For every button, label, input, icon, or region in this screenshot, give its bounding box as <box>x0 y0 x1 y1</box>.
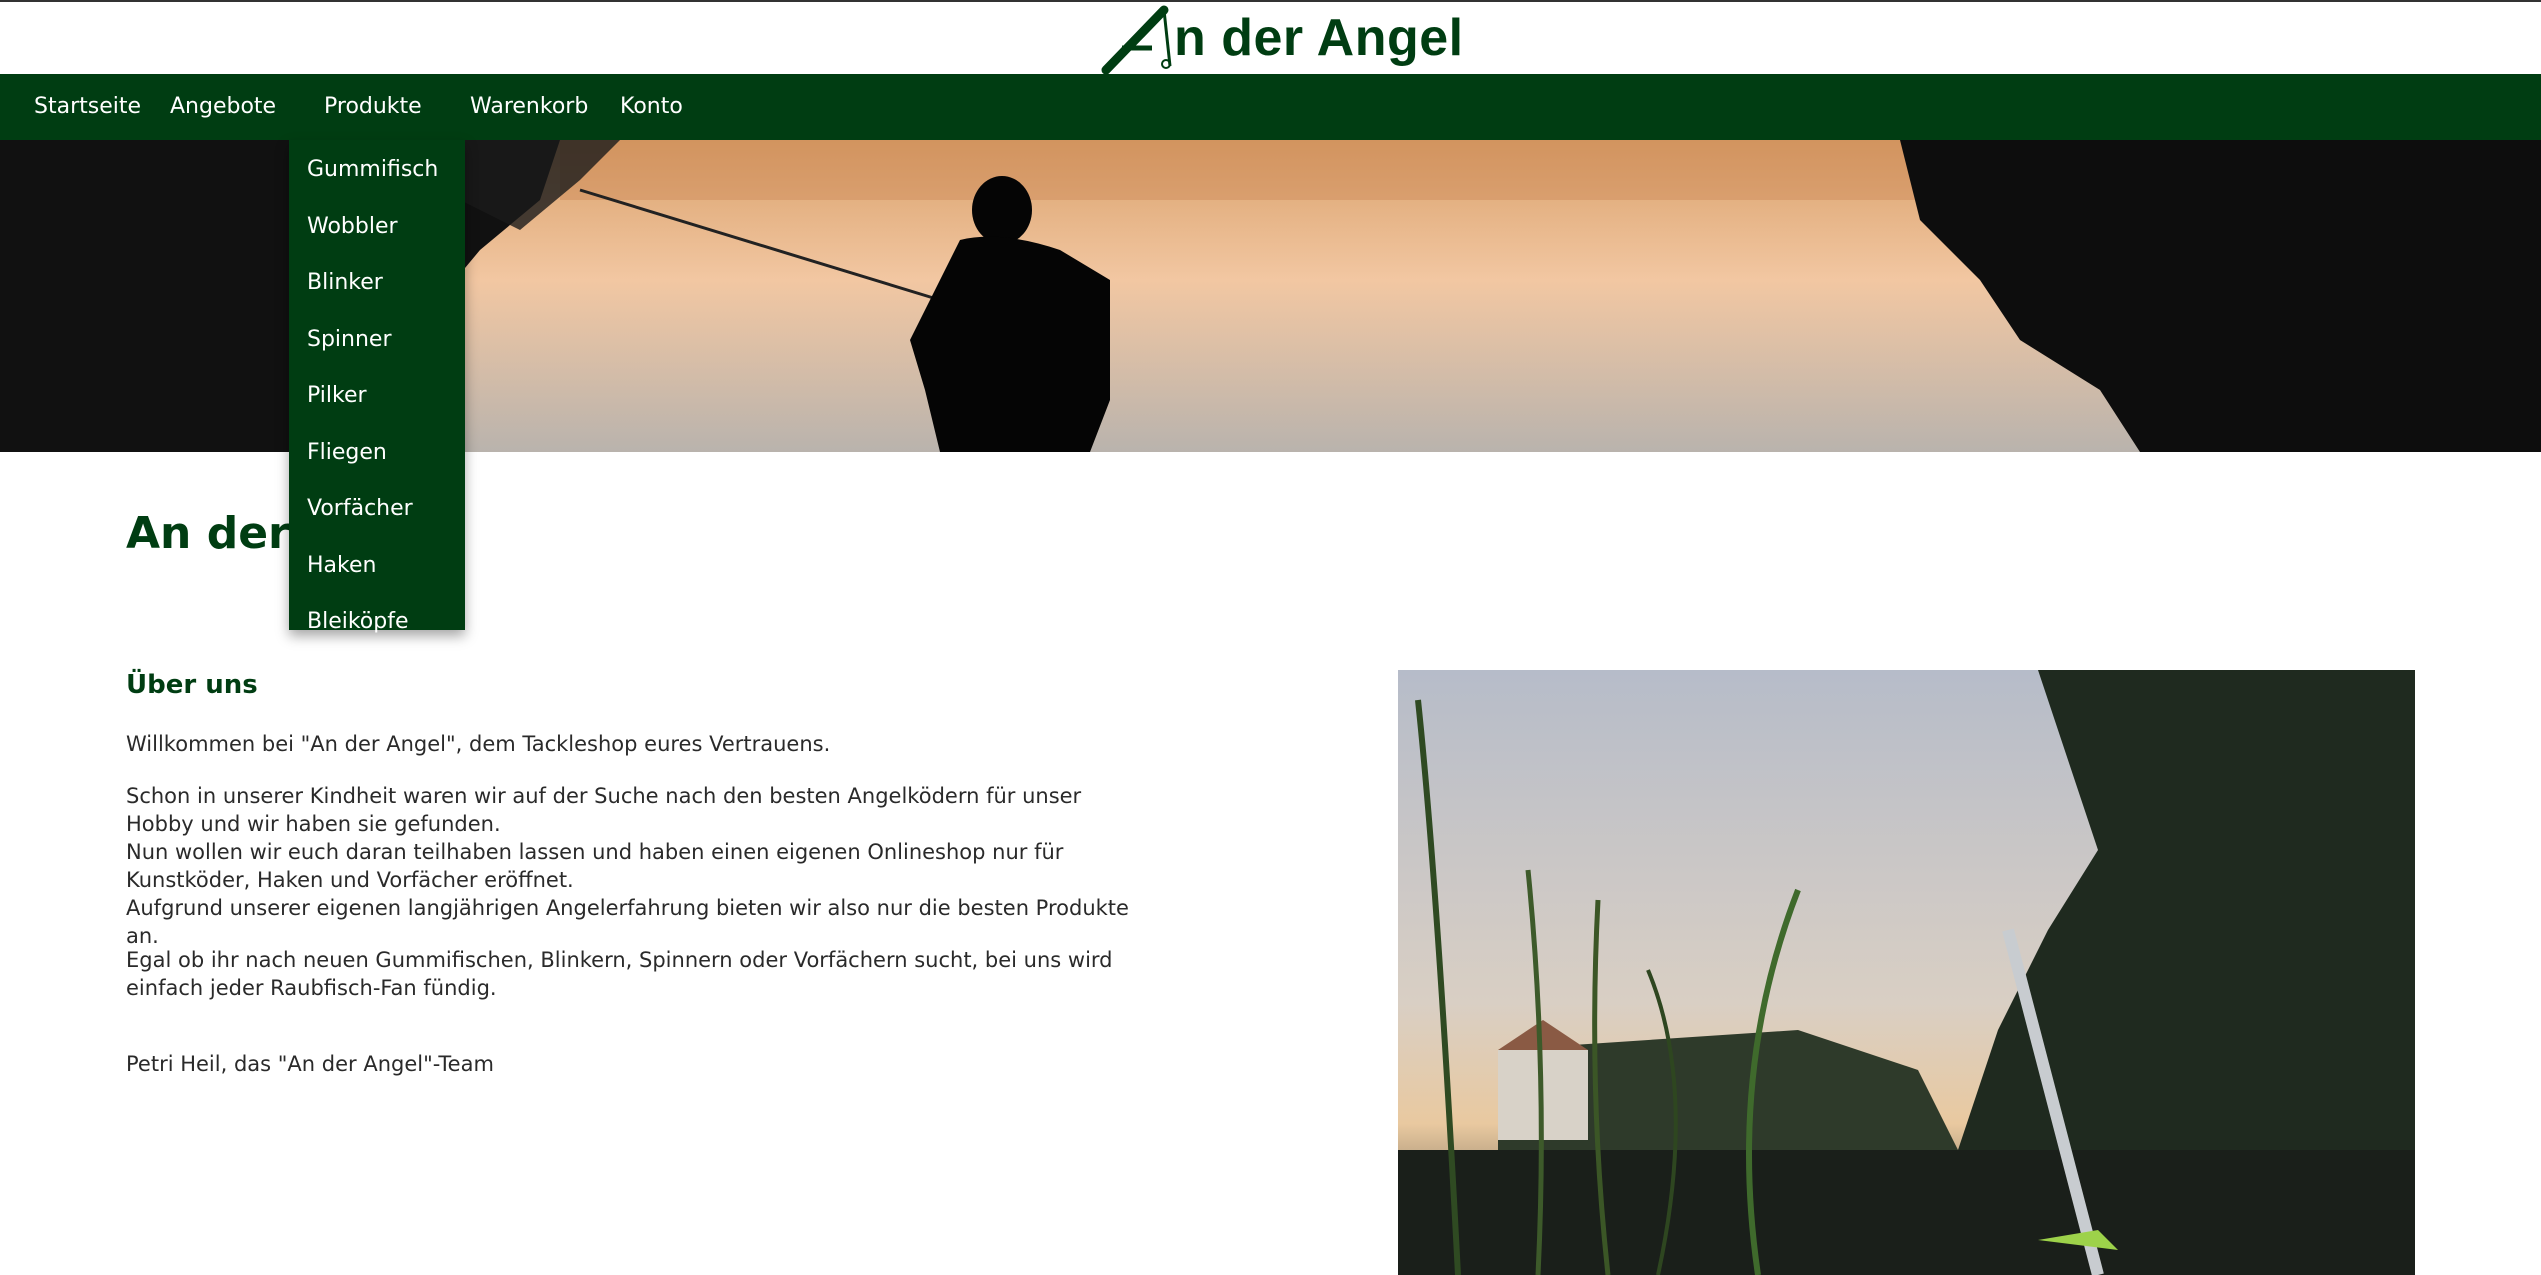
about-signature: Petri Heil, das "An der Angel"-Team <box>126 1052 494 1076</box>
about-story-line-1: Schon in unserer Kindheit waren wir auf … <box>126 784 1082 836</box>
dropdown-item-haken[interactable]: Haken <box>307 546 376 586</box>
about-offer-text: Egal ob ihr nach neuen Gummifischen, Bli… <box>126 948 1113 1000</box>
about-story-line-3: Aufgrund unserer eigenen langjährigen An… <box>126 896 1129 948</box>
logo-bar: n der Angel <box>0 2 2541 74</box>
nav-angebote[interactable]: Angebote <box>170 74 276 140</box>
dropdown-item-fliegen[interactable]: Fliegen <box>307 433 387 473</box>
about-welcome-text: Willkommen bei "An der Angel", dem Tackl… <box>126 732 831 756</box>
about-story-text: Schon in unserer Kindheit waren wir auf … <box>126 782 1136 950</box>
logo-text: n der Angel <box>1174 9 1464 67</box>
nav-warenkorb[interactable]: Warenkorb <box>470 74 588 140</box>
fishing-rod-a-icon <box>1101 5 1172 74</box>
lake-reeds-photo <box>1398 670 2415 1275</box>
dropdown-item-gummifisch[interactable]: Gummifisch <box>307 150 438 190</box>
dropdown-item-pilker[interactable]: Pilker <box>307 376 367 416</box>
about-story-line-2: Nun wollen wir euch daran teilhaben lass… <box>126 840 1064 892</box>
about-heading: Über uns <box>126 670 258 700</box>
produkte-dropdown-menu: Gummifisch Wobbler Blinker Spinner Pilke… <box>289 140 465 634</box>
dropdown-item-spinner[interactable]: Spinner <box>307 320 392 360</box>
site-logo[interactable]: n der Angel <box>1100 2 1463 74</box>
lake-reeds-image <box>1398 670 2415 1275</box>
nav-startseite[interactable]: Startseite <box>34 74 141 140</box>
main-nav: Startseite Angebote Produkte Warenkorb K… <box>0 74 2541 140</box>
dropdown-item-blinker[interactable]: Blinker <box>307 263 383 303</box>
dropdown-item-wobbler[interactable]: Wobbler <box>307 207 398 247</box>
nav-konto[interactable]: Konto <box>620 74 683 140</box>
dropdown-item-vorfaecher[interactable]: Vorfächer <box>307 489 413 529</box>
nav-produkte[interactable]: Produkte <box>324 74 422 140</box>
dropdown-item-bleikoepfe[interactable]: Bleiköpfe <box>307 602 409 642</box>
